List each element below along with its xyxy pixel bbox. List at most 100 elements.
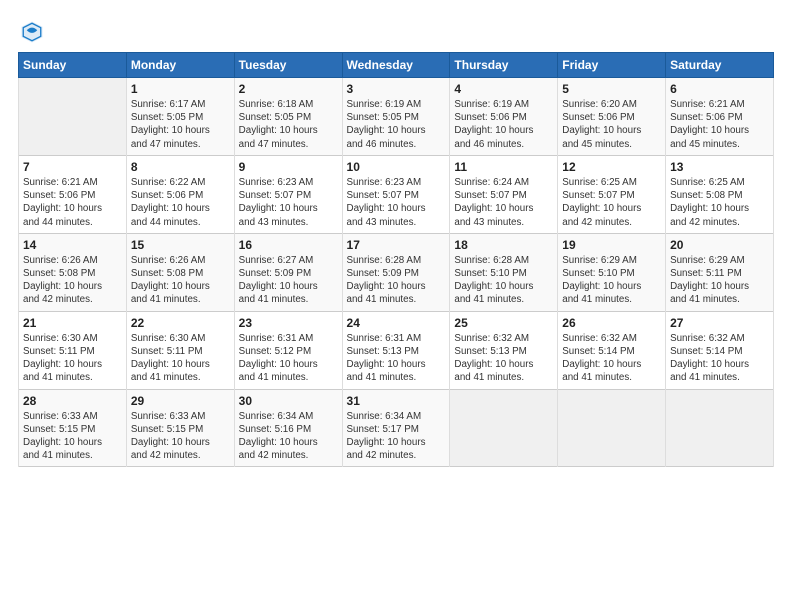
day-info: Sunrise: 6:28 AM Sunset: 5:09 PM Dayligh…: [347, 254, 446, 307]
day-cell: 9 Sunrise: 6:23 AM Sunset: 5:07 PM Daylig…: [234, 155, 342, 233]
day-cell: 21 Sunrise: 6:30 AM Sunset: 5:11 PM Dayli…: [19, 311, 127, 389]
day-info: Sunrise: 6:21 AM Sunset: 5:06 PM Dayligh…: [670, 98, 769, 151]
day-cell: 31 Sunrise: 6:34 AM Sunset: 5:17 PM Dayli…: [342, 389, 450, 467]
week-row-5: 28 Sunrise: 6:33 AM Sunset: 5:15 PM Dayli…: [19, 389, 774, 467]
day-number: 6: [670, 82, 769, 96]
day-cell: 1Sunrise: 6:17 AM Sunset: 5:05 PM Daylig…: [126, 78, 234, 156]
calendar-header: SundayMondayTuesdayWednesdayThursdayFrid…: [19, 53, 774, 78]
day-info: Sunrise: 6:24 AM Sunset: 5:07 PM Dayligh…: [454, 176, 553, 229]
day-cell: 4Sunrise: 6:19 AM Sunset: 5:06 PM Daylig…: [450, 78, 558, 156]
day-info: Sunrise: 6:18 AM Sunset: 5:05 PM Dayligh…: [239, 98, 338, 151]
day-number: 3: [347, 82, 446, 96]
day-cell: 15 Sunrise: 6:26 AM Sunset: 5:08 PM Dayli…: [126, 233, 234, 311]
header-cell-saturday: Saturday: [666, 53, 774, 78]
day-cell: 27 Sunrise: 6:32 AM Sunset: 5:14 PM Dayli…: [666, 311, 774, 389]
day-cell: 11 Sunrise: 6:24 AM Sunset: 5:07 PM Dayli…: [450, 155, 558, 233]
day-number: 25: [454, 316, 553, 330]
day-number: 30: [239, 394, 338, 408]
day-info: Sunrise: 6:27 AM Sunset: 5:09 PM Dayligh…: [239, 254, 338, 307]
day-number: 2: [239, 82, 338, 96]
day-cell: 2 Sunrise: 6:18 AM Sunset: 5:05 PM Daylig…: [234, 78, 342, 156]
day-number: 16: [239, 238, 338, 252]
day-info: Sunrise: 6:23 AM Sunset: 5:07 PM Dayligh…: [347, 176, 446, 229]
day-number: 23: [239, 316, 338, 330]
day-cell: 10 Sunrise: 6:23 AM Sunset: 5:07 PM Dayli…: [342, 155, 450, 233]
logo-icon: [18, 18, 46, 46]
day-cell: [450, 389, 558, 467]
day-info: Sunrise: 6:25 AM Sunset: 5:07 PM Dayligh…: [562, 176, 661, 229]
header-row: SundayMondayTuesdayWednesdayThursdayFrid…: [19, 53, 774, 78]
day-info: Sunrise: 6:29 AM Sunset: 5:11 PM Dayligh…: [670, 254, 769, 307]
day-number: 31: [347, 394, 446, 408]
day-info: Sunrise: 6:25 AM Sunset: 5:08 PM Dayligh…: [670, 176, 769, 229]
day-cell: 6 Sunrise: 6:21 AM Sunset: 5:06 PM Daylig…: [666, 78, 774, 156]
day-cell: 13Sunrise: 6:25 AM Sunset: 5:08 PM Dayli…: [666, 155, 774, 233]
day-number: 24: [347, 316, 446, 330]
day-info: Sunrise: 6:17 AM Sunset: 5:05 PM Dayligh…: [131, 98, 230, 151]
day-info: Sunrise: 6:29 AM Sunset: 5:10 PM Dayligh…: [562, 254, 661, 307]
day-info: Sunrise: 6:31 AM Sunset: 5:13 PM Dayligh…: [347, 332, 446, 385]
day-number: 28: [23, 394, 122, 408]
day-info: Sunrise: 6:32 AM Sunset: 5:14 PM Dayligh…: [670, 332, 769, 385]
day-info: Sunrise: 6:21 AM Sunset: 5:06 PM Dayligh…: [23, 176, 122, 229]
day-cell: [558, 389, 666, 467]
day-number: 11: [454, 160, 553, 174]
day-number: 8: [131, 160, 230, 174]
day-cell: 26 Sunrise: 6:32 AM Sunset: 5:14 PM Dayli…: [558, 311, 666, 389]
day-number: 9: [239, 160, 338, 174]
day-cell: 24 Sunrise: 6:31 AM Sunset: 5:13 PM Dayli…: [342, 311, 450, 389]
day-cell: 16 Sunrise: 6:27 AM Sunset: 5:09 PM Dayli…: [234, 233, 342, 311]
week-row-1: 1Sunrise: 6:17 AM Sunset: 5:05 PM Daylig…: [19, 78, 774, 156]
day-number: 27: [670, 316, 769, 330]
day-cell: 19 Sunrise: 6:29 AM Sunset: 5:10 PM Dayli…: [558, 233, 666, 311]
day-number: 29: [131, 394, 230, 408]
day-number: 26: [562, 316, 661, 330]
day-number: 19: [562, 238, 661, 252]
day-info: Sunrise: 6:20 AM Sunset: 5:06 PM Dayligh…: [562, 98, 661, 151]
day-info: Sunrise: 6:33 AM Sunset: 5:15 PM Dayligh…: [131, 410, 230, 463]
calendar-table: SundayMondayTuesdayWednesdayThursdayFrid…: [18, 52, 774, 467]
day-cell: 17Sunrise: 6:28 AM Sunset: 5:09 PM Dayli…: [342, 233, 450, 311]
header-cell-sunday: Sunday: [19, 53, 127, 78]
day-cell: 30 Sunrise: 6:34 AM Sunset: 5:16 PM Dayli…: [234, 389, 342, 467]
calendar-page: SundayMondayTuesdayWednesdayThursdayFrid…: [0, 0, 792, 612]
day-cell: [666, 389, 774, 467]
day-cell: 5Sunrise: 6:20 AM Sunset: 5:06 PM Daylig…: [558, 78, 666, 156]
header-cell-monday: Monday: [126, 53, 234, 78]
day-number: 22: [131, 316, 230, 330]
header-cell-thursday: Thursday: [450, 53, 558, 78]
day-cell: 3Sunrise: 6:19 AM Sunset: 5:05 PM Daylig…: [342, 78, 450, 156]
day-info: Sunrise: 6:28 AM Sunset: 5:10 PM Dayligh…: [454, 254, 553, 307]
day-number: 21: [23, 316, 122, 330]
day-cell: 14Sunrise: 6:26 AM Sunset: 5:08 PM Dayli…: [19, 233, 127, 311]
day-cell: 8 Sunrise: 6:22 AM Sunset: 5:06 PM Daylig…: [126, 155, 234, 233]
day-number: 10: [347, 160, 446, 174]
day-info: Sunrise: 6:23 AM Sunset: 5:07 PM Dayligh…: [239, 176, 338, 229]
header-cell-friday: Friday: [558, 53, 666, 78]
header-cell-wednesday: Wednesday: [342, 53, 450, 78]
week-row-2: 7 Sunrise: 6:21 AM Sunset: 5:06 PM Daylig…: [19, 155, 774, 233]
header-cell-tuesday: Tuesday: [234, 53, 342, 78]
day-number: 7: [23, 160, 122, 174]
day-info: Sunrise: 6:32 AM Sunset: 5:14 PM Dayligh…: [562, 332, 661, 385]
day-cell: 18Sunrise: 6:28 AM Sunset: 5:10 PM Dayli…: [450, 233, 558, 311]
day-cell: 22 Sunrise: 6:30 AM Sunset: 5:11 PM Dayli…: [126, 311, 234, 389]
day-info: Sunrise: 6:34 AM Sunset: 5:16 PM Dayligh…: [239, 410, 338, 463]
day-info: Sunrise: 6:34 AM Sunset: 5:17 PM Dayligh…: [347, 410, 446, 463]
day-info: Sunrise: 6:33 AM Sunset: 5:15 PM Dayligh…: [23, 410, 122, 463]
day-info: Sunrise: 6:32 AM Sunset: 5:13 PM Dayligh…: [454, 332, 553, 385]
day-cell: [19, 78, 127, 156]
day-cell: 12 Sunrise: 6:25 AM Sunset: 5:07 PM Dayli…: [558, 155, 666, 233]
day-cell: 20Sunrise: 6:29 AM Sunset: 5:11 PM Dayli…: [666, 233, 774, 311]
day-info: Sunrise: 6:30 AM Sunset: 5:11 PM Dayligh…: [23, 332, 122, 385]
day-cell: 28 Sunrise: 6:33 AM Sunset: 5:15 PM Dayli…: [19, 389, 127, 467]
logo: [18, 18, 50, 46]
day-info: Sunrise: 6:22 AM Sunset: 5:06 PM Dayligh…: [131, 176, 230, 229]
day-cell: 23Sunrise: 6:31 AM Sunset: 5:12 PM Dayli…: [234, 311, 342, 389]
header: [18, 18, 774, 46]
day-info: Sunrise: 6:26 AM Sunset: 5:08 PM Dayligh…: [131, 254, 230, 307]
day-number: 12: [562, 160, 661, 174]
day-info: Sunrise: 6:30 AM Sunset: 5:11 PM Dayligh…: [131, 332, 230, 385]
day-number: 15: [131, 238, 230, 252]
day-number: 14: [23, 238, 122, 252]
